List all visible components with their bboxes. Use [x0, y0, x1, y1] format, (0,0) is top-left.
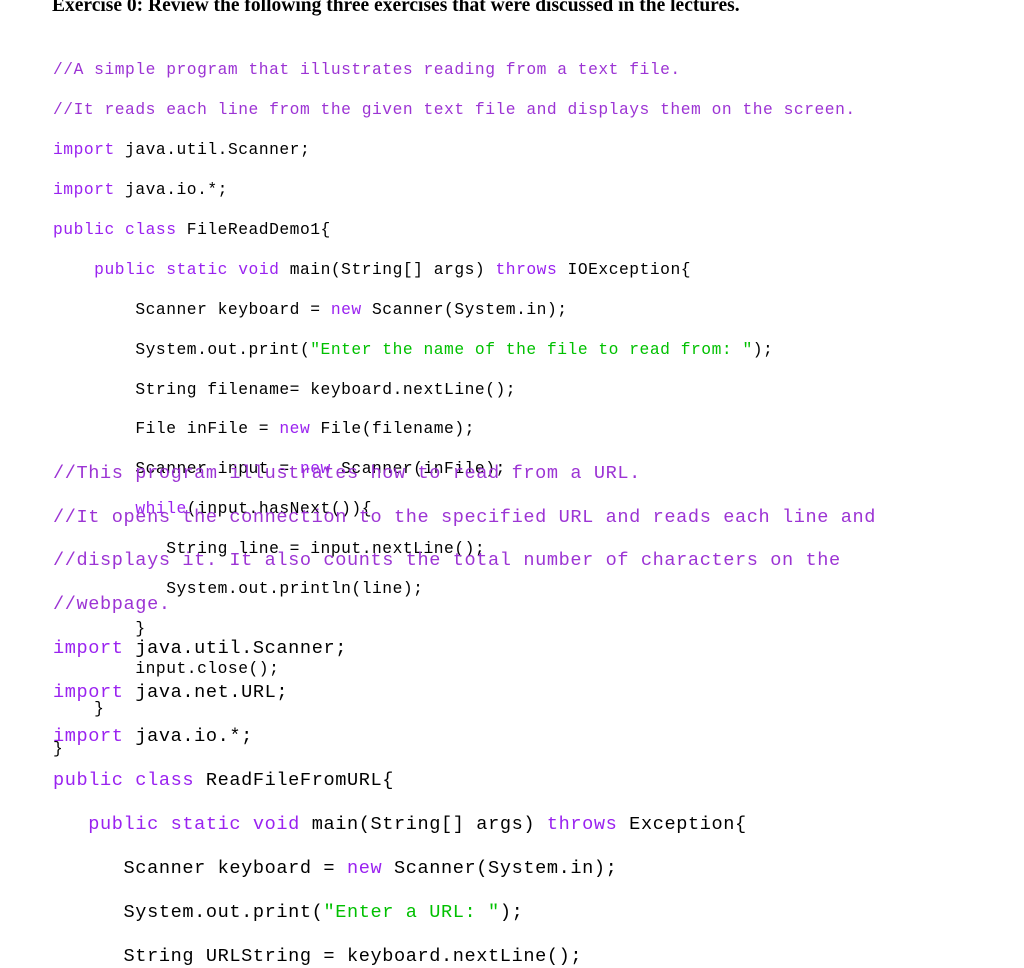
code-line: //It reads each line from the given text… — [53, 100, 856, 120]
code-line: public static void main(String[] args) t… — [53, 814, 876, 836]
code-line: String URLString = keyboard.nextLine(); — [53, 946, 876, 968]
code-token-plain: java.net.URL; — [123, 682, 289, 704]
code-line: import java.io.*; — [53, 180, 856, 200]
code-token-keyword: public class — [53, 219, 177, 239]
code-token-plain: ); — [752, 339, 774, 359]
code-token-plain: java.util.Scanner; — [123, 638, 347, 660]
code-token-keyword: public static void — [88, 813, 300, 835]
code-token-plain: File(filename); — [310, 419, 475, 439]
code-token-keyword: new — [330, 299, 362, 319]
code-line: //displays it. It also counts the total … — [53, 550, 876, 572]
code-line: //A simple program that illustrates read… — [53, 60, 856, 80]
code-token-keyword: new — [346, 857, 383, 879]
code-token-plain: System.out.print( — [53, 901, 324, 923]
code-token-plain: java.io.*; — [114, 180, 228, 200]
code-token-comment: //A simple program that illustrates read… — [53, 60, 681, 80]
code-token-plain: String URLString = keyboard.nextLine(); — [53, 945, 583, 967]
code-line: public static void main(String[] args) t… — [53, 260, 856, 280]
code-token-plain: Exception{ — [617, 813, 747, 835]
code-line: //webpage. — [53, 594, 876, 616]
code-token-plain: Scanner keyboard = — [53, 857, 347, 879]
code-line: import java.io.*; — [53, 726, 876, 748]
code-token-comment: //displays it. It also counts the total … — [53, 550, 841, 572]
code-line: File inFile = new File(filename); — [53, 419, 856, 439]
code-line: public class ReadFileFromURL{ — [53, 770, 876, 792]
code-line: import java.net.URL; — [53, 682, 876, 704]
document-page: Exercise 0: Review the following three e… — [0, 0, 1024, 967]
code-line: //It opens the connection to the specifi… — [53, 507, 876, 529]
code-token-keyword: import — [53, 638, 124, 660]
code-token-keyword: public class — [53, 769, 195, 791]
code-token-plain: ReadFileFromURL{ — [194, 769, 394, 791]
code-line: String filename= keyboard.nextLine(); — [53, 380, 856, 400]
code-token-plain: ); — [499, 901, 524, 923]
code-token-plain: IOException{ — [557, 259, 692, 279]
code-token-comment: //It reads each line from the given text… — [53, 100, 856, 120]
code-token-plain: java.io.*; — [123, 726, 253, 748]
code-token-plain: main(String[] args) — [279, 259, 496, 279]
code-token-plain: FileReadDemo1{ — [176, 219, 331, 239]
code-token-keyword: throws — [546, 813, 618, 835]
code-block-read-file-from-url: //This program illustrates how to read f… — [53, 463, 876, 968]
code-token-plain: File inFile = — [53, 419, 280, 439]
code-token-comment: //webpage. — [53, 594, 171, 616]
code-token-plain: Scanner(System.in); — [361, 299, 568, 319]
code-line: System.out.print("Enter a URL: "); — [53, 902, 876, 924]
code-token-plain: Scanner keyboard = — [53, 299, 331, 319]
code-token-keyword: import — [53, 682, 124, 704]
code-token-plain: System.out.print( — [53, 339, 311, 359]
code-token-keyword: new — [279, 419, 311, 439]
code-token-keyword: import — [53, 726, 124, 748]
code-token-plain: java.util.Scanner; — [114, 140, 311, 160]
code-token-string: "Enter a URL: " — [323, 901, 500, 923]
code-token-string: "Enter the name of the file to read from… — [310, 339, 753, 359]
code-token-keyword: import — [53, 180, 115, 200]
code-token-keyword: import — [53, 140, 115, 160]
code-line: System.out.print("Enter the name of the … — [53, 340, 856, 360]
code-line: import java.util.Scanner; — [53, 638, 876, 660]
page-title: Exercise 0: Review the following three e… — [52, 0, 740, 16]
code-token-plain: String filename= keyboard.nextLine(); — [53, 379, 517, 399]
code-token-comment: //It opens the connection to the specifi… — [53, 506, 877, 528]
code-line: Scanner keyboard = new Scanner(System.in… — [53, 300, 856, 320]
code-line: import java.util.Scanner; — [53, 140, 856, 160]
code-line: public class FileReadDemo1{ — [53, 220, 856, 240]
code-token-keyword: public static void — [94, 259, 280, 279]
code-line: Scanner keyboard = new Scanner(System.in… — [53, 858, 876, 880]
code-token-plain: Scanner(System.in); — [382, 857, 618, 879]
code-line: //This program illustrates how to read f… — [53, 463, 876, 485]
code-token-plain: main(String[] args) — [299, 813, 547, 835]
code-token-keyword: throws — [495, 259, 558, 279]
code-token-comment: //This program illustrates how to read f… — [53, 462, 641, 484]
